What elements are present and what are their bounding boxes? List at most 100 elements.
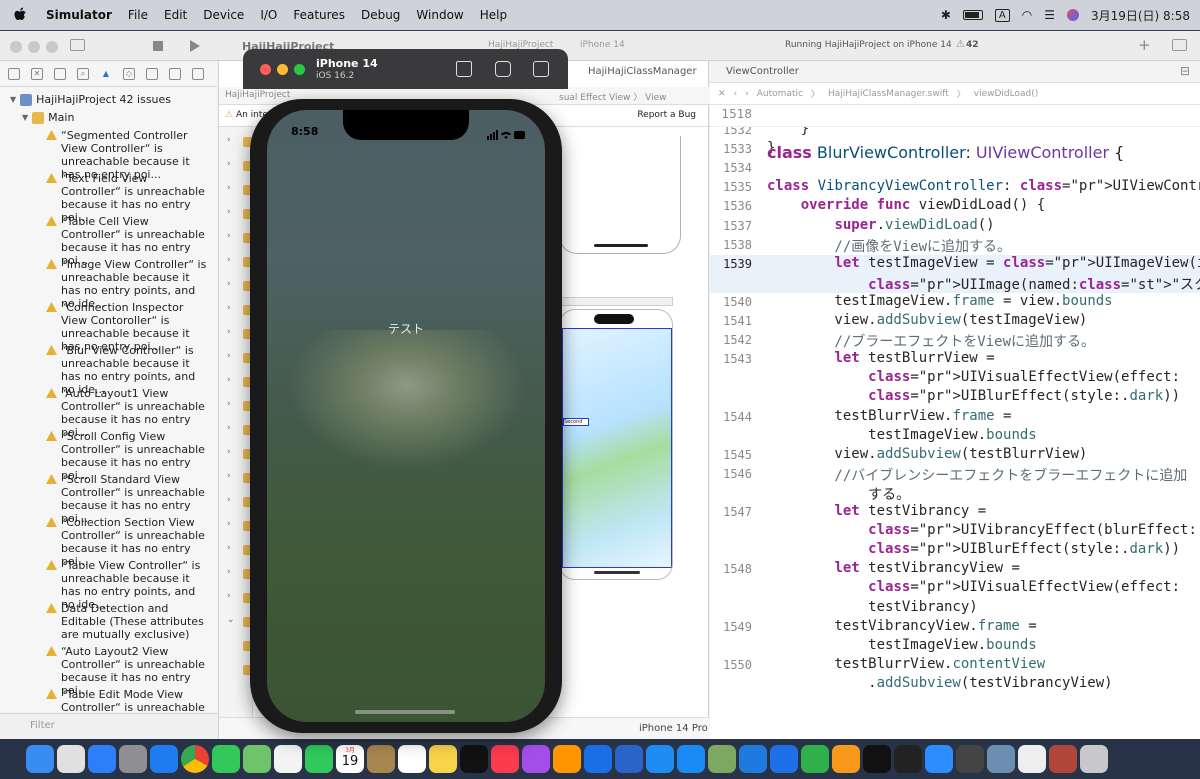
zoom-button[interactable]: [294, 64, 305, 75]
chatgpt-icon[interactable]: [863, 745, 891, 773]
outline-row[interactable]: ›: [227, 327, 253, 341]
device-config-button[interactable]: iPhone 14 Pro: [639, 723, 708, 734]
vscode-icon[interactable]: [739, 745, 767, 773]
add-icon[interactable]: +: [1138, 36, 1151, 54]
minimize-button[interactable]: [28, 41, 40, 53]
jump-file[interactable]: HajiHajiClassManager.swift: [828, 89, 949, 99]
xcode-icon[interactable]: [584, 745, 612, 773]
finder-icon[interactable]: [26, 745, 54, 773]
close-button[interactable]: [260, 64, 271, 75]
outline-row[interactable]: ›: [227, 279, 253, 293]
bluetooth-icon[interactable]: ✱: [941, 8, 951, 22]
source-control-icon[interactable]: ✕: [31, 67, 43, 80]
code-line[interactable]: 1541 view.addSubview(testImageView): [710, 312, 1200, 331]
find-icon[interactable]: ⌕: [77, 67, 89, 80]
input-mode-indicator[interactable]: A: [994, 8, 1010, 22]
menu-window[interactable]: Window: [408, 8, 471, 22]
hierarchy-icon[interactable]: [54, 67, 66, 80]
menu-features[interactable]: Features: [285, 8, 353, 22]
issues-icon[interactable]: ▲: [100, 68, 112, 80]
breakpoint-icon[interactable]: [169, 67, 181, 80]
chrome-icon[interactable]: [181, 745, 209, 773]
minimize-button[interactable]: [277, 64, 288, 75]
messages-icon[interactable]: [212, 745, 240, 773]
outline-row[interactable]: ›: [227, 591, 253, 605]
close-editor-icon[interactable]: ✕: [718, 89, 726, 99]
code-line[interactable]: testImageView.bounds: [710, 427, 1200, 446]
numbers-icon[interactable]: [801, 745, 829, 773]
destination-selector[interactable]: iPhone 14: [580, 40, 625, 50]
menu-app-name[interactable]: Simulator: [38, 8, 120, 22]
system-settings-icon[interactable]: [119, 745, 147, 773]
editor-jump-bar[interactable]: ✕ ‹ › Automatic 〉 HajiHajiClassManager.s…: [710, 83, 1200, 105]
code-line[interactable]: 1538 //画像をViewに追加する。: [710, 236, 1200, 255]
dictionary-icon[interactable]: [1049, 745, 1077, 773]
navigator-filter[interactable]: Filter: [0, 713, 217, 739]
outline-row[interactable]: ›: [227, 543, 253, 557]
warning-icon[interactable]: ⚠: [956, 39, 965, 50]
outline-row[interactable]: ⌄: [227, 615, 253, 629]
visual-effect-view[interactable]: Second: [562, 328, 672, 568]
keynote-icon[interactable]: [770, 745, 798, 773]
code-line[interactable]: 1546 //バイブレンシーエフェクトをブラーエフェクトに追加: [710, 465, 1200, 484]
code-line[interactable]: 1535 class VibrancyViewController: class=…: [710, 178, 1200, 197]
apple-tv-icon[interactable]: [460, 745, 488, 773]
storyboard-scene[interactable]: [559, 136, 681, 254]
report-bug-link[interactable]: Report a Bug: [637, 110, 704, 121]
jump-automatic[interactable]: Automatic: [757, 89, 803, 99]
code-line[interactable]: 1539 let testImageView = class="pr">UIIm…: [710, 254, 1200, 274]
forward-icon[interactable]: ›: [745, 89, 749, 99]
simulator-icon[interactable]: [615, 745, 643, 773]
notes-brown-icon[interactable]: [367, 745, 395, 773]
pages-icon[interactable]: [832, 745, 860, 773]
code-line[interactable]: 1550 testBlurrView.contentView: [710, 656, 1200, 675]
scene-dock[interactable]: [559, 297, 673, 306]
code-line[interactable]: 1536 override func viewDidLoad() {: [710, 197, 1200, 216]
outline-row[interactable]: ›: [227, 375, 253, 389]
jump-method[interactable]: viewDidLoad(): [974, 89, 1038, 99]
calculator-icon[interactable]: [956, 745, 984, 773]
code-line[interactable]: 1544 testBlurrView.frame =: [710, 408, 1200, 427]
home-icon[interactable]: [456, 61, 472, 77]
outline-row[interactable]: ›: [227, 423, 253, 437]
close-button[interactable]: [10, 41, 22, 53]
warning-count[interactable]: 42: [966, 40, 979, 50]
stop-icon[interactable]: [153, 41, 163, 51]
simulator-screen[interactable]: 8:58 テスト: [267, 110, 545, 722]
code-line[interactable]: 1540 testImageView.frame = view.bounds: [710, 293, 1200, 312]
code-line[interactable]: class="pr">UIBlurEffect(style:.dark)): [710, 388, 1200, 407]
code-line[interactable]: 1545 view.addSubview(testBlurrView): [710, 446, 1200, 465]
code-line[interactable]: する。: [710, 484, 1200, 503]
apple-logo-icon[interactable]: [14, 7, 28, 23]
report-icon[interactable]: [192, 67, 204, 80]
calendar-icon[interactable]: 3月 19: [336, 745, 364, 773]
coteditor-icon[interactable]: [708, 745, 736, 773]
code-line[interactable]: 1542 //ブラーエフェクトをViewに追加する。: [710, 331, 1200, 350]
project-row[interactable]: ▼ HajiHajiProject 42 issues: [10, 93, 171, 106]
folder-icon[interactable]: [8, 67, 20, 80]
debug-icon[interactable]: [146, 67, 158, 80]
menubar-clock[interactable]: 3月19日(日) 8:58: [1091, 7, 1190, 24]
trash-icon[interactable]: [1080, 745, 1108, 773]
menu-debug[interactable]: Debug: [353, 8, 408, 22]
menu-file[interactable]: File: [120, 8, 156, 22]
outline-row[interactable]: [227, 663, 253, 677]
menu-device[interactable]: Device: [195, 8, 252, 22]
outline-row[interactable]: ›: [227, 231, 253, 245]
issue-item[interactable]: “Table Edit Mode View Controller“ is unr…: [46, 688, 208, 714]
run-icon[interactable]: [190, 40, 200, 52]
code-line[interactable]: class="pr">UIImage(named:class="st">"スクロ…: [710, 273, 1200, 293]
disclosure-down-icon[interactable]: ▼: [22, 113, 28, 122]
terminal-icon[interactable]: [894, 745, 922, 773]
code-line[interactable]: class="pr">UIVisualEffectView(effect:: [710, 579, 1200, 598]
zoom-icon[interactable]: [925, 745, 953, 773]
notes-icon[interactable]: [429, 745, 457, 773]
maps-icon[interactable]: [243, 745, 271, 773]
outline-row[interactable]: ›: [227, 255, 253, 269]
rotate-icon[interactable]: [533, 61, 549, 77]
outline-row[interactable]: ›: [227, 183, 253, 197]
photos-icon[interactable]: [274, 745, 302, 773]
code-lines[interactable]: 1532 }1533}15341535class VibrancyViewCon…: [710, 105, 1200, 739]
code-line[interactable]: 1543 let testBlurrView =: [710, 350, 1200, 369]
reminders-icon[interactable]: [398, 745, 426, 773]
